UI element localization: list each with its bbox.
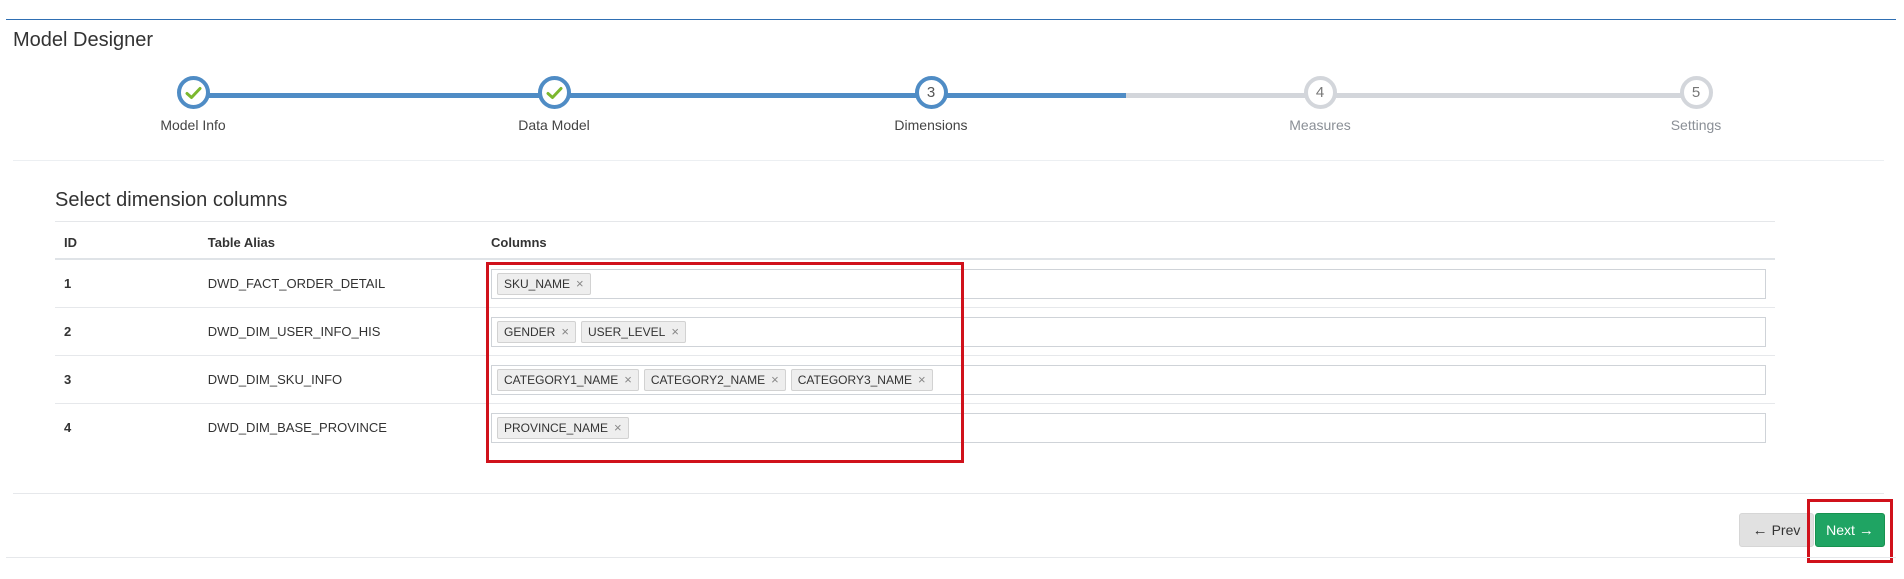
row-id: 2 bbox=[55, 307, 199, 356]
step-circle: 4 bbox=[1303, 76, 1337, 109]
page-title: Model Designer bbox=[13, 29, 154, 51]
row-table-alias: DWD_DIM_BASE_PROVINCE bbox=[207, 420, 387, 435]
wizard-step-model-info[interactable]: Model Info bbox=[93, 76, 293, 133]
next-highlight-box bbox=[1807, 499, 1893, 563]
row-id: 3 bbox=[55, 355, 199, 404]
step-circle: 5 bbox=[1679, 76, 1713, 109]
step-label: Model Info bbox=[160, 117, 226, 133]
wizard-step-dimensions[interactable]: 3 Dimensions bbox=[831, 76, 1031, 133]
step-label: Settings bbox=[1670, 117, 1722, 133]
wizard-step-data-model[interactable]: Data Model bbox=[454, 76, 654, 133]
prev-button[interactable]: ← Prev bbox=[1739, 513, 1814, 547]
prev-button-label: Prev bbox=[1771, 522, 1801, 538]
row-id: 1 bbox=[55, 259, 199, 308]
check-icon bbox=[185, 86, 202, 100]
wizard-divider bbox=[13, 160, 1884, 161]
row-table-alias: DWD_DIM_SKU_INFO bbox=[198, 355, 482, 404]
step-circle bbox=[176, 76, 210, 109]
bottom-divider bbox=[6, 557, 1896, 558]
header-table-alias: Table Alias bbox=[198, 226, 482, 260]
row-table-alias: DWD_FACT_ORDER_DETAIL bbox=[198, 259, 482, 308]
step-label: Measures bbox=[1289, 117, 1351, 133]
header-id: ID bbox=[55, 226, 199, 260]
arrow-left-icon: ← bbox=[1752, 521, 1768, 539]
step-number: 4 bbox=[1315, 84, 1325, 101]
table-header-row: ID Table Alias Columns bbox=[55, 226, 1775, 260]
step-label: Dimensions bbox=[894, 117, 968, 133]
step-number: 5 bbox=[1691, 84, 1701, 101]
wizard-progress: Model Info Data Model 3 Dimensions 4 Mea… bbox=[0, 76, 1904, 146]
columns-highlight-box bbox=[486, 262, 964, 463]
wizard-step-settings[interactable]: 5 Settings bbox=[1596, 76, 1796, 133]
row-id: 4 bbox=[64, 420, 72, 435]
footer-divider bbox=[13, 493, 1884, 494]
step-circle bbox=[537, 76, 571, 109]
check-icon bbox=[546, 86, 563, 100]
step-number: 3 bbox=[926, 84, 936, 101]
wizard-step-measures[interactable]: 4 Measures bbox=[1220, 76, 1420, 133]
row-table-alias: DWD_DIM_USER_INFO_HIS bbox=[198, 307, 482, 356]
header-columns: Columns bbox=[482, 226, 1775, 260]
step-circle: 3 bbox=[914, 76, 948, 109]
top-divider bbox=[6, 19, 1896, 20]
step-label: Data Model bbox=[518, 117, 590, 133]
section-title: Select dimension columns bbox=[55, 189, 288, 211]
section-divider bbox=[55, 221, 1775, 222]
